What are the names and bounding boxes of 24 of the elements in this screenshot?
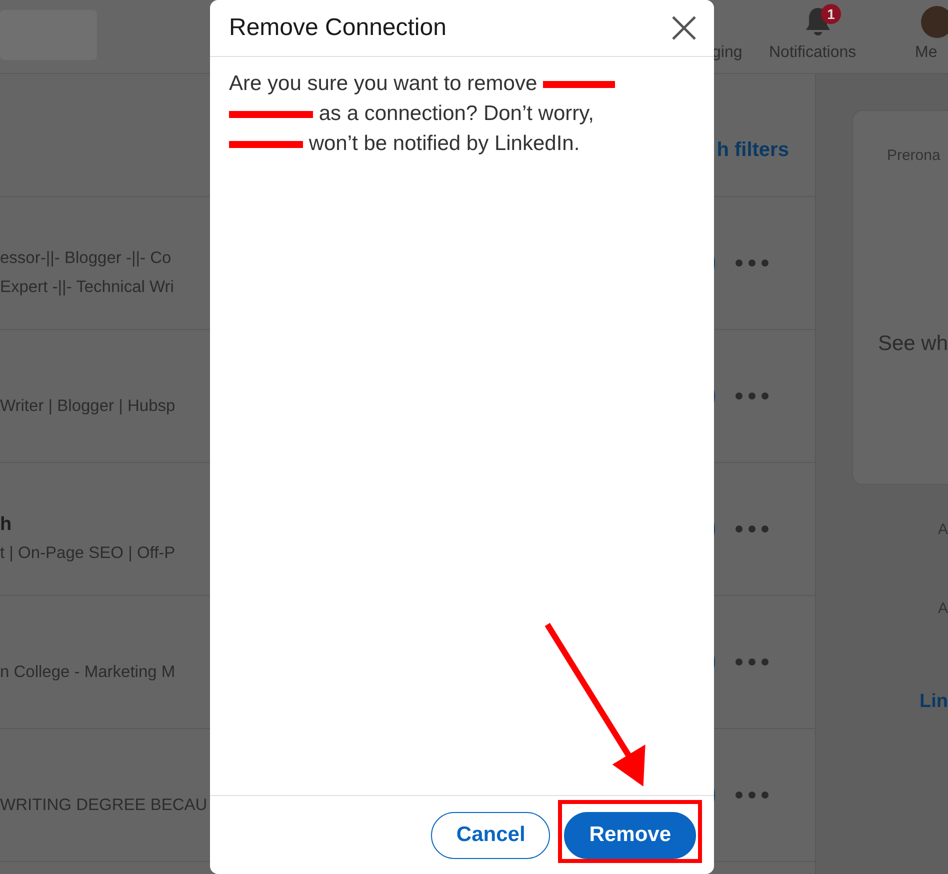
dialog-message: Are you sure you want to remove as a connection? Don’t worry, won’t be notified by LinkedIn. bbox=[229, 69, 649, 159]
more-icon bbox=[734, 392, 769, 400]
more-icon bbox=[734, 525, 769, 533]
profile-avatar[interactable] bbox=[921, 6, 948, 38]
filters-link[interactable]: h filters bbox=[716, 105, 789, 165]
nav-label[interactable]: Notifications bbox=[769, 45, 856, 61]
close-button[interactable] bbox=[670, 14, 698, 42]
dialog-title: Remove Connection bbox=[229, 14, 446, 42]
person-headline: t | On-Page SEO | Off-P bbox=[0, 543, 176, 564]
person-headline: n College - Marketing M bbox=[0, 662, 176, 682]
person-headline: Writer | Blogger | Hubsp bbox=[0, 396, 176, 416]
more-icon bbox=[734, 791, 769, 799]
remove-button[interactable]: Remove bbox=[564, 812, 696, 858]
nav-label[interactable]: Me bbox=[915, 45, 938, 61]
cancel-button[interactable]: Cancel bbox=[431, 812, 550, 858]
more-icon bbox=[734, 259, 769, 267]
sidebar-link[interactable]: Lin bbox=[816, 688, 948, 716]
close-icon bbox=[671, 15, 697, 41]
person-headline: essor-||- Blogger -||- Co bbox=[0, 248, 172, 269]
person-headline: WRITING DEGREE BECAU bbox=[0, 794, 208, 816]
person-headline: Expert -||- Technical Wri bbox=[0, 277, 175, 298]
card-heading: See wh bbox=[876, 330, 948, 356]
more-icon bbox=[734, 658, 769, 666]
notification-badge: 1 bbox=[821, 4, 841, 24]
